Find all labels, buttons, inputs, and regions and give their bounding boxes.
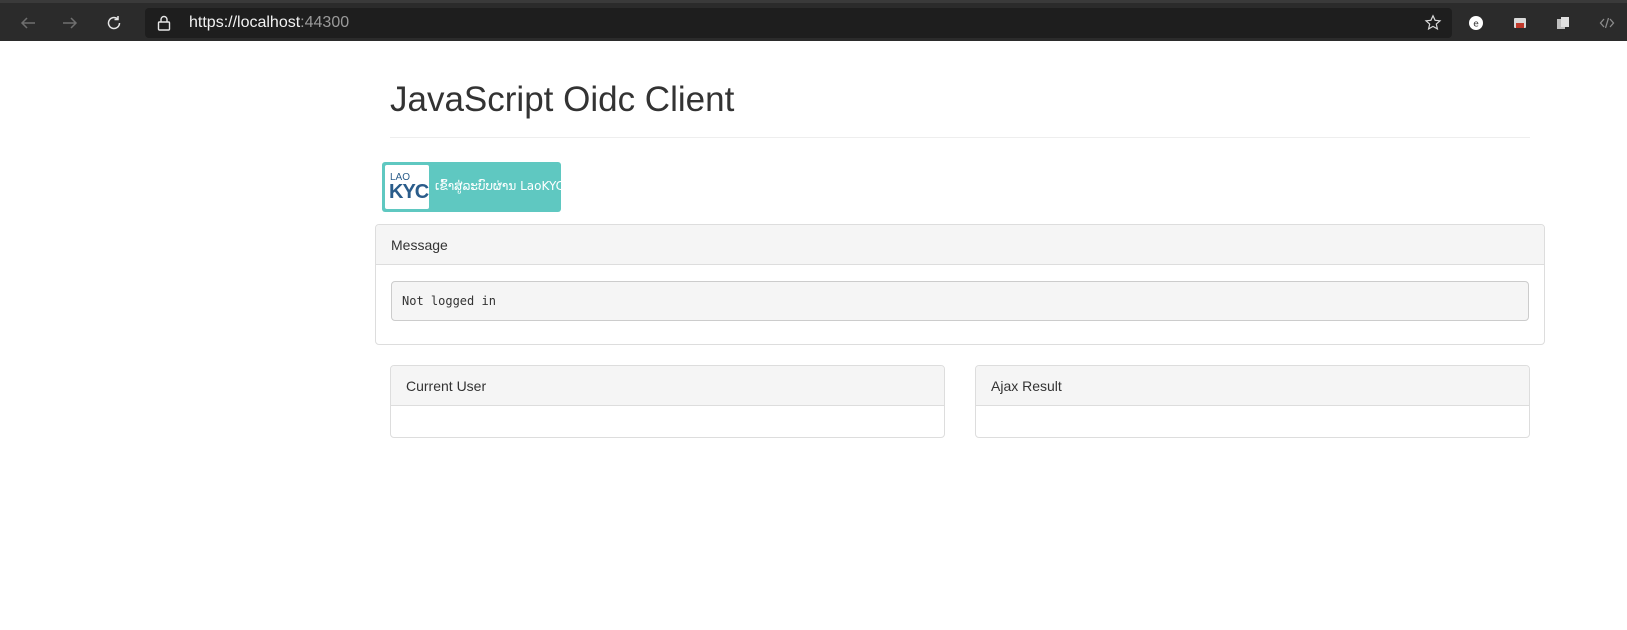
back-arrow-icon[interactable] bbox=[14, 9, 42, 37]
current-user-panel: Current User bbox=[390, 365, 945, 438]
browser-toolbar: https://localhost:44300 e bbox=[0, 0, 1627, 41]
svg-text:e: e bbox=[1473, 20, 1479, 30]
print-extension-icon[interactable] bbox=[1510, 13, 1530, 33]
message-panel: Message Not logged in bbox=[375, 224, 1545, 345]
url-port: :44300 bbox=[300, 14, 350, 31]
current-user-panel-heading: Current User bbox=[391, 366, 944, 406]
url-host: https://localhost bbox=[189, 14, 301, 31]
laokyc-logo: LAO KYC bbox=[385, 165, 429, 209]
star-icon[interactable] bbox=[1424, 14, 1442, 37]
extension-icon[interactable]: e bbox=[1466, 13, 1486, 33]
devtools-icon[interactable] bbox=[1597, 13, 1617, 33]
forward-arrow-icon[interactable] bbox=[56, 9, 84, 37]
lock-icon bbox=[157, 15, 171, 36]
collections-icon[interactable] bbox=[1553, 13, 1573, 33]
url-text: https://localhost:44300 bbox=[189, 14, 349, 32]
message-panel-heading: Message bbox=[376, 225, 1544, 265]
page-title: JavaScript Oidc Client bbox=[390, 80, 735, 119]
ajax-result-panel-heading: Ajax Result bbox=[976, 366, 1529, 406]
message-content: Not logged in bbox=[391, 281, 1529, 321]
address-bar[interactable]: https://localhost:44300 bbox=[145, 8, 1452, 38]
logo-kyc-text: KYC bbox=[389, 181, 429, 203]
laokyc-login-button[interactable]: LAO KYC ເຂົ້າສູ່ລະບົບຜ່ານ LaoKYC bbox=[382, 162, 564, 212]
refresh-icon[interactable] bbox=[100, 9, 128, 37]
ajax-result-panel: Ajax Result bbox=[975, 365, 1530, 438]
laokyc-button-label: ເຂົ້າສູ່ລະບົບຜ່ານ LaoKYC bbox=[435, 179, 564, 193]
title-divider bbox=[390, 137, 1530, 138]
